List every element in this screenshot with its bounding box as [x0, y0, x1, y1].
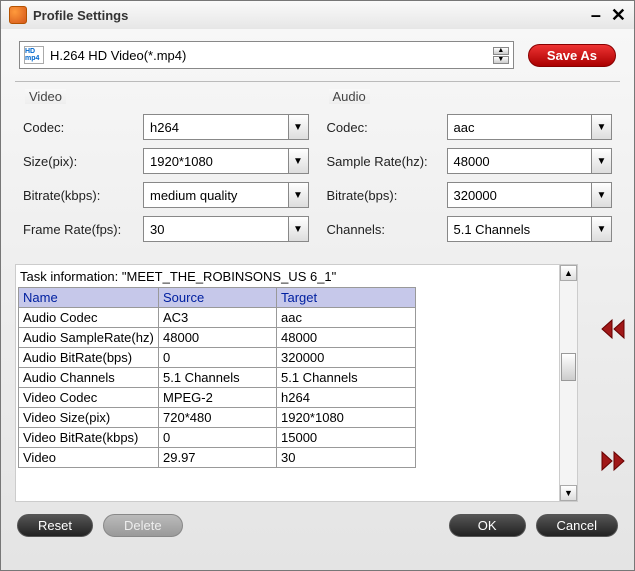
ok-button[interactable]: OK	[449, 514, 526, 537]
delete-button[interactable]: Delete	[103, 514, 183, 537]
chevron-down-icon[interactable]: ▼	[288, 115, 308, 139]
audio-samplerate-label: Sample Rate(hz):	[327, 154, 447, 169]
video-codec-label: Codec:	[23, 120, 143, 135]
audio-codec-label: Codec:	[327, 120, 447, 135]
table-row: Audio CodecAC3aac	[19, 308, 416, 328]
video-header: Video	[25, 89, 66, 104]
video-section: Video Codec: h264▼ Size(pix): 1920*1080▼…	[23, 88, 309, 250]
cancel-button[interactable]: Cancel	[536, 514, 618, 537]
app-icon	[9, 6, 27, 24]
chevron-down-icon[interactable]: ▼	[288, 183, 308, 207]
stepper-icon[interactable]: ▲▼	[493, 47, 509, 64]
col-target: Target	[277, 288, 416, 308]
table-row: Video Size(pix)720*4801920*1080	[19, 408, 416, 428]
scroll-thumb[interactable]	[561, 353, 576, 381]
audio-header: Audio	[329, 89, 370, 104]
col-source: Source	[159, 288, 277, 308]
prev-task-button[interactable]	[598, 318, 628, 340]
chevron-down-icon[interactable]: ▼	[591, 115, 611, 139]
profile-format-select[interactable]: HD mp4 H.264 HD Video(*.mp4) ▲▼	[19, 41, 514, 69]
table-row: Audio Channels5.1 Channels5.1 Channels	[19, 368, 416, 388]
table-row: Video29.9730	[19, 448, 416, 468]
task-info-panel: Task information: "MEET_THE_ROBINSONS_US…	[15, 264, 578, 502]
table-row: Video CodecMPEG-2h264	[19, 388, 416, 408]
video-bitrate-label: Bitrate(kbps):	[23, 188, 143, 203]
next-task-button[interactable]	[598, 450, 628, 472]
audio-bitrate-select[interactable]: 320000▼	[447, 182, 613, 208]
audio-bitrate-label: Bitrate(bps):	[327, 188, 447, 203]
minimize-button[interactable]: –	[591, 5, 601, 26]
chevron-down-icon[interactable]: ▼	[591, 149, 611, 173]
profile-format-value: H.264 HD Video(*.mp4)	[50, 48, 493, 63]
task-table: Name Source Target Audio CodecAC3aac Aud…	[18, 287, 416, 468]
video-framerate-label: Frame Rate(fps):	[23, 222, 143, 237]
titlebar: Profile Settings – ✕	[1, 1, 634, 29]
format-icon: HD mp4	[24, 46, 44, 64]
chevron-down-icon[interactable]: ▼	[288, 217, 308, 241]
col-name: Name	[19, 288, 159, 308]
video-codec-select[interactable]: h264▼	[143, 114, 309, 140]
table-row: Video BitRate(kbps)015000	[19, 428, 416, 448]
table-row: Audio SampleRate(hz)4800048000	[19, 328, 416, 348]
chevron-down-icon[interactable]: ▼	[591, 217, 611, 241]
save-as-button[interactable]: Save As	[528, 44, 616, 67]
scroll-down-icon[interactable]: ▼	[560, 485, 577, 501]
profile-settings-window: Profile Settings – ✕ HD mp4 H.264 HD Vid…	[0, 0, 635, 571]
task-info-header: Task information: "MEET_THE_ROBINSONS_US…	[18, 267, 557, 286]
audio-section: Audio Codec: aac▼ Sample Rate(hz): 48000…	[327, 88, 613, 250]
window-title: Profile Settings	[33, 8, 128, 23]
scrollbar[interactable]: ▲ ▼	[559, 265, 577, 501]
video-size-select[interactable]: 1920*1080▼	[143, 148, 309, 174]
chevron-down-icon[interactable]: ▼	[591, 183, 611, 207]
reset-button[interactable]: Reset	[17, 514, 93, 537]
video-size-label: Size(pix):	[23, 154, 143, 169]
audio-channels-label: Channels:	[327, 222, 447, 237]
video-bitrate-select[interactable]: medium quality▼	[143, 182, 309, 208]
chevron-down-icon[interactable]: ▼	[288, 149, 308, 173]
close-button[interactable]: ✕	[611, 5, 626, 26]
video-framerate-select[interactable]: 30▼	[143, 216, 309, 242]
table-header-row: Name Source Target	[19, 288, 416, 308]
scroll-up-icon[interactable]: ▲	[560, 265, 577, 281]
table-row: Audio BitRate(bps)0320000	[19, 348, 416, 368]
audio-codec-select[interactable]: aac▼	[447, 114, 613, 140]
audio-samplerate-select[interactable]: 48000▼	[447, 148, 613, 174]
audio-channels-select[interactable]: 5.1 Channels▼	[447, 216, 613, 242]
